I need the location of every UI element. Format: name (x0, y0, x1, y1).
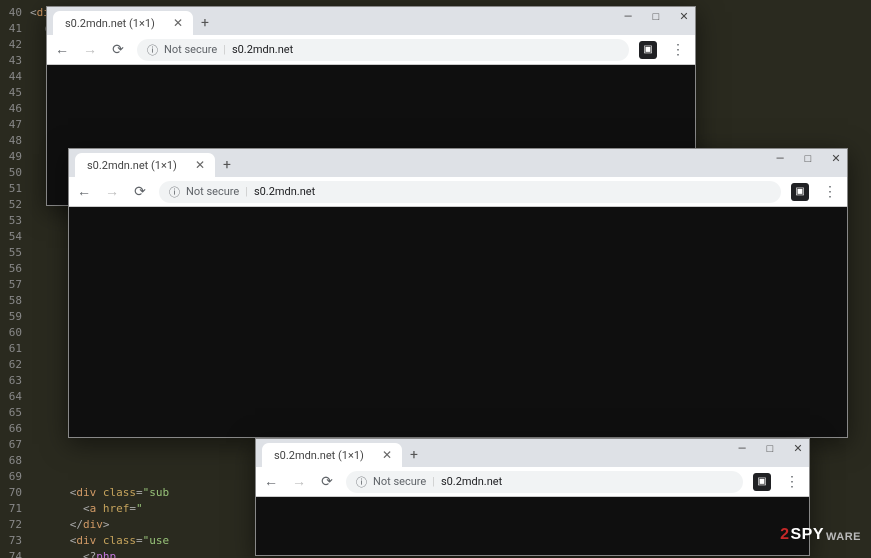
close-window-button[interactable]: ✕ (677, 10, 691, 23)
forward-button[interactable]: → (103, 183, 121, 200)
minimize-button[interactable]: — (735, 442, 749, 455)
close-window-button[interactable]: ✕ (829, 152, 843, 165)
omnibox[interactable]: ⓘ Not secure | s0.2mdn.net (137, 39, 629, 61)
new-tab-button[interactable]: + (410, 447, 418, 463)
titlebar: s0.2mdn.net (1×1) ✕ + — □ ✕ (256, 439, 809, 467)
extension-icon[interactable]: ▣ (753, 473, 771, 491)
extension-icon[interactable]: ▣ (639, 41, 657, 59)
close-window-button[interactable]: ✕ (791, 442, 805, 455)
extension-icon[interactable]: ▣ (791, 183, 809, 201)
page-content (69, 207, 847, 437)
address-bar: ← → ⟳ ⓘ Not secure | s0.2mdn.net ▣ ⋮ (47, 35, 695, 65)
address-bar: ← → ⟳ ⓘ Not secure | s0.2mdn.net ▣ ⋮ (69, 177, 847, 207)
browser-window-3: s0.2mdn.net (1×1) ✕ + — □ ✕ ← → ⟳ ⓘ Not … (255, 438, 810, 556)
info-icon: ⓘ (356, 474, 367, 490)
menu-button[interactable]: ⋮ (819, 184, 841, 200)
close-icon[interactable]: ✕ (195, 158, 205, 172)
reload-button[interactable]: ⟳ (131, 184, 149, 200)
maximize-button[interactable]: □ (649, 10, 663, 23)
maximize-button[interactable]: □ (763, 442, 777, 455)
titlebar: s0.2mdn.net (1×1) ✕ + — □ ✕ (69, 149, 847, 177)
menu-button[interactable]: ⋮ (781, 474, 803, 490)
forward-button[interactable]: → (81, 41, 99, 58)
browser-window-2: s0.2mdn.net (1×1) ✕ + — □ ✕ ← → ⟳ ⓘ Not … (68, 148, 848, 438)
omnibox[interactable]: ⓘ Not secure | s0.2mdn.net (346, 471, 743, 493)
new-tab-button[interactable]: + (223, 157, 231, 173)
reload-button[interactable]: ⟳ (318, 474, 336, 490)
maximize-button[interactable]: □ (801, 152, 815, 165)
url-text: s0.2mdn.net (232, 43, 293, 56)
security-label: Not secure (164, 43, 217, 56)
back-button[interactable]: ← (75, 183, 93, 200)
tab-active[interactable]: s0.2mdn.net (1×1) ✕ (53, 11, 193, 35)
window-buttons: — □ ✕ (773, 152, 843, 165)
tab-title: s0.2mdn.net (1×1) (274, 449, 364, 462)
reload-button[interactable]: ⟳ (109, 42, 127, 58)
new-tab-button[interactable]: + (201, 15, 209, 31)
close-icon[interactable]: ✕ (382, 448, 392, 462)
tab-active[interactable]: s0.2mdn.net (1×1) ✕ (262, 443, 402, 467)
tab-title: s0.2mdn.net (1×1) (87, 159, 177, 172)
back-button[interactable]: ← (262, 473, 280, 490)
info-icon: ⓘ (147, 42, 158, 58)
forward-button[interactable]: → (290, 473, 308, 490)
watermark-spy: SPY (790, 526, 824, 544)
window-buttons: — □ ✕ (735, 442, 805, 455)
close-icon[interactable]: ✕ (173, 16, 183, 30)
titlebar: s0.2mdn.net (1×1) ✕ + — □ ✕ (47, 7, 695, 35)
url-text: s0.2mdn.net (254, 185, 315, 198)
omnibox[interactable]: ⓘ Not secure | s0.2mdn.net (159, 181, 781, 203)
url-text: s0.2mdn.net (441, 475, 502, 488)
watermark-ware: WARE (826, 531, 861, 543)
address-bar: ← → ⟳ ⓘ Not secure | s0.2mdn.net ▣ ⋮ (256, 467, 809, 497)
tab-active[interactable]: s0.2mdn.net (1×1) ✕ (75, 153, 215, 177)
watermark: 2 SPY WARE (780, 526, 861, 544)
page-content (256, 497, 809, 555)
menu-button[interactable]: ⋮ (667, 42, 689, 58)
minimize-button[interactable]: — (773, 152, 787, 165)
separator: | (245, 185, 248, 198)
minimize-button[interactable]: — (621, 10, 635, 23)
tab-title: s0.2mdn.net (1×1) (65, 17, 155, 30)
info-icon: ⓘ (169, 184, 180, 200)
separator: | (223, 43, 226, 56)
separator: | (432, 475, 435, 488)
window-buttons: — □ ✕ (621, 10, 691, 23)
security-label: Not secure (373, 475, 426, 488)
back-button[interactable]: ← (53, 41, 71, 58)
security-label: Not secure (186, 185, 239, 198)
watermark-2: 2 (780, 526, 789, 544)
